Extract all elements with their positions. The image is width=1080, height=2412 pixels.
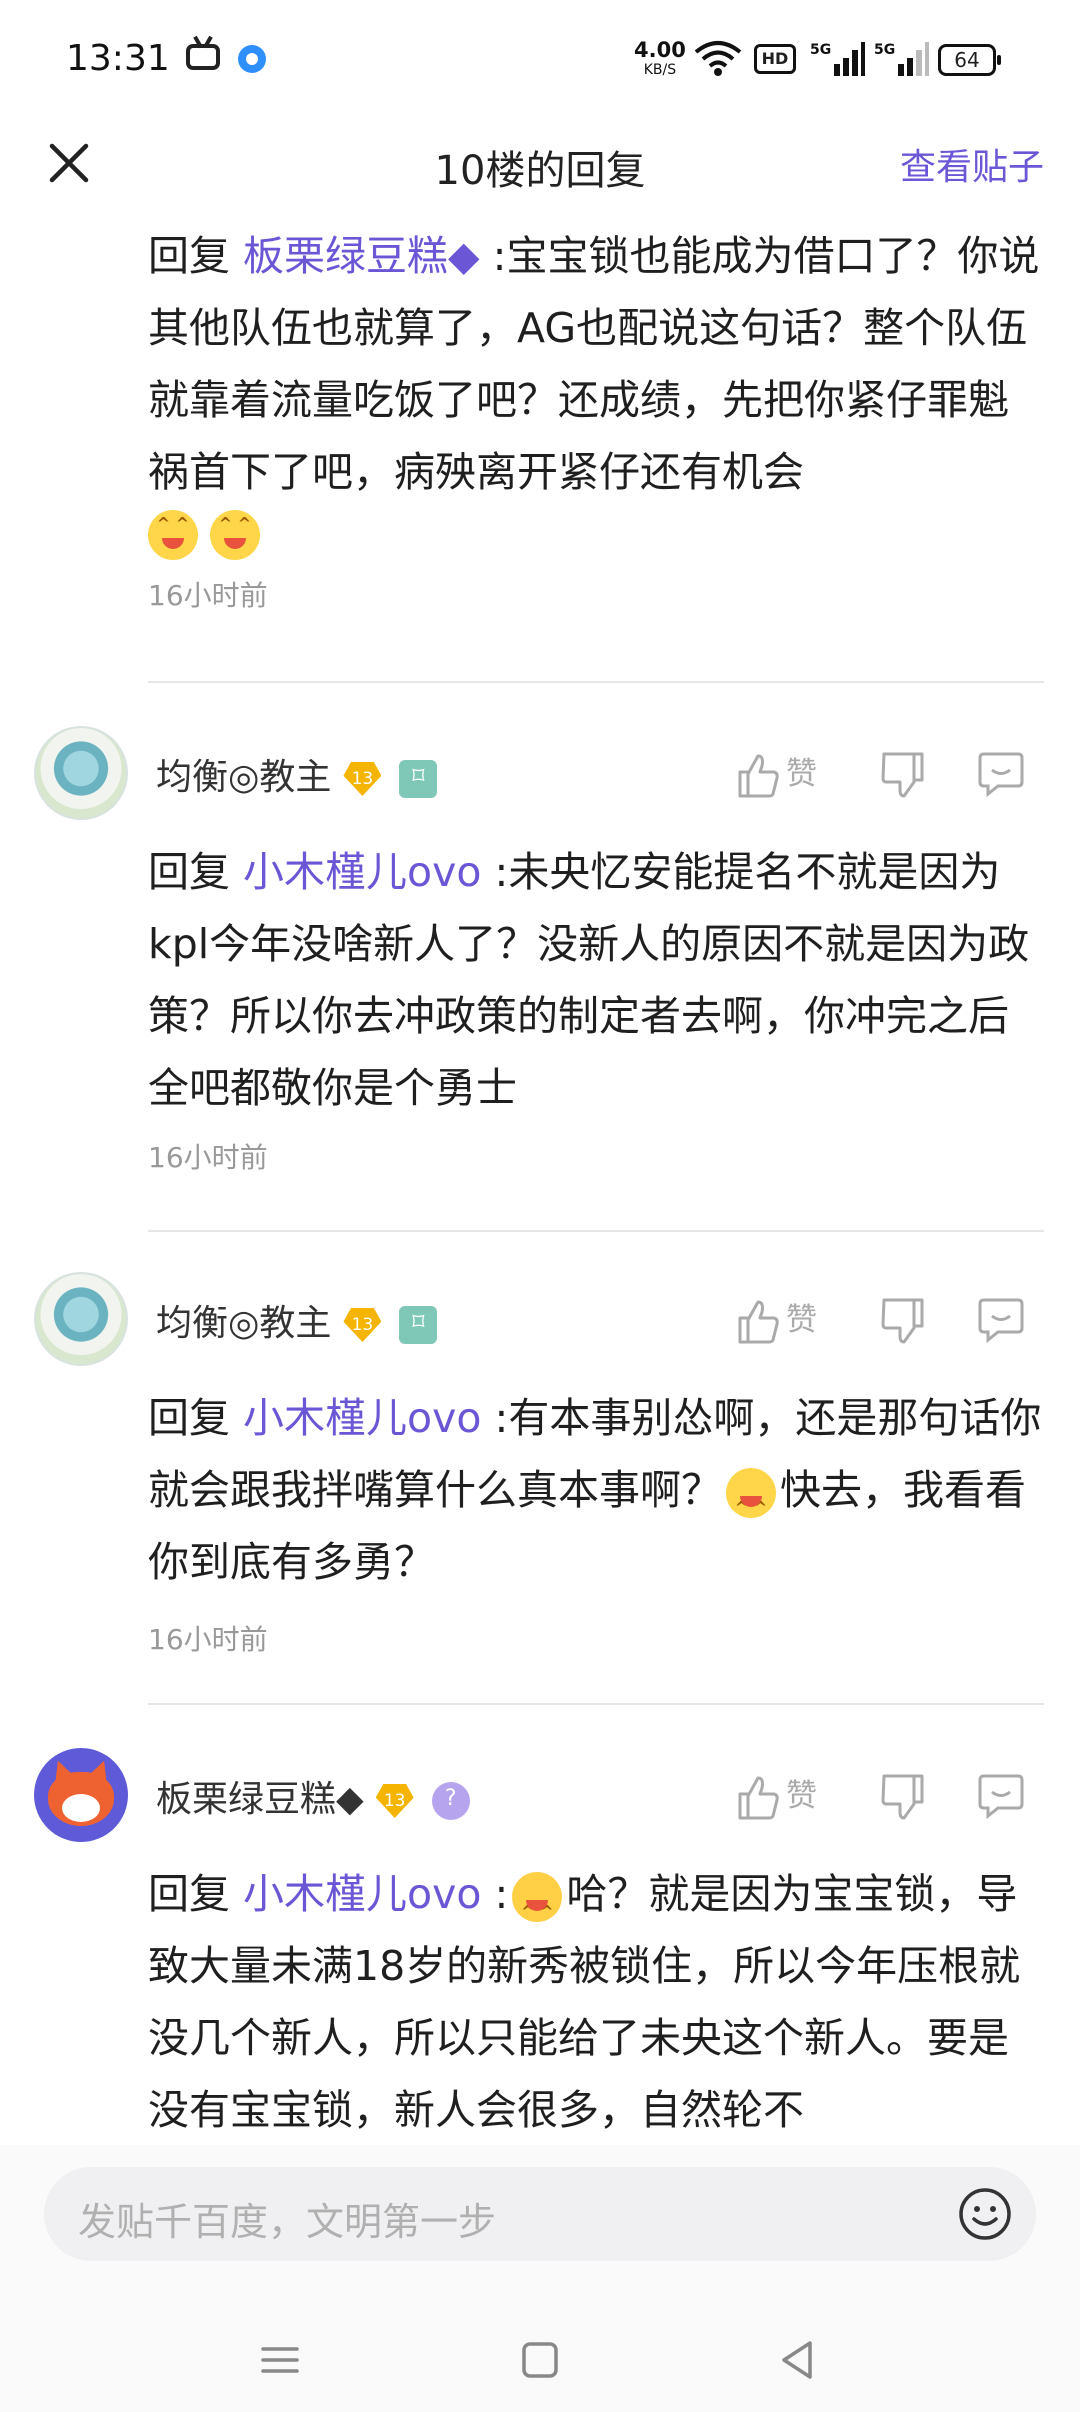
view-post-link[interactable]: 查看贴子 [900,138,1044,190]
thumbs-down-icon[interactable] [878,1292,928,1348]
mention-link[interactable]: 板栗绿豆糕◆ [243,232,480,280]
tv-icon [186,44,220,70]
thumbs-up-icon [738,1776,779,1819]
back-icon[interactable] [772,2335,822,2385]
signal-2-network-label: 5G [874,42,895,58]
status-bar: 13:31 4.00 KB/S HD 5G 5G 64 [0,0,1080,120]
network-speed-value: 4.00 [634,38,686,62]
avatar[interactable] [34,1748,128,1842]
sweat-emoji-icon [512,1872,563,1948]
thumbs-up-icon [738,1300,779,1343]
status-time: 13:31 [66,38,170,79]
grin-emoji-icon [210,510,260,560]
level-badge: 13 [343,762,382,796]
reply-input-placeholder: 发贴千百度，文明第一步 [78,2200,497,2244]
comment-text: 回复 小木槿儿ovo :未央忆安能提名不就是因为kpl今年没啥新人了？没新人的原… [148,836,1048,1124]
comment-text: 回复 小木槿儿ovo :哈？就是因为宝宝锁，导致大量未满18岁的新秀被锁住，所以… [148,1858,1048,2148]
network-speed: 4.00 KB/S [634,40,686,80]
system-nav-bar [0,2315,1080,2412]
like-label: 赞 [786,1302,817,1338]
comment-actions: 赞 [736,746,1046,802]
mention-link[interactable]: 小木槿儿ovo [243,1870,481,1918]
hd-voice-icon: HD [754,44,796,74]
grin-emoji-icon [148,510,198,560]
signal-icon-2: 5G [874,42,929,76]
like-label: 赞 [786,1778,817,1814]
reply-prefix: 回复 [148,1394,230,1442]
divider [148,1703,1044,1705]
reply-composer: 发贴千百度，文明第一步 [0,2145,1080,2315]
comment-body: : [494,1870,509,1918]
thumbs-down-icon[interactable] [878,1768,928,1824]
comment-actions: 赞 [736,1768,1046,1824]
thumbs-up-icon [738,754,779,797]
app-notification-icon [238,45,266,73]
mention-link[interactable]: 小木槿儿ovo [243,848,481,896]
emoji-row [148,510,1048,560]
emoji-icon[interactable] [956,2185,1014,2243]
comment-author[interactable]: 均衡◎教主 13 [156,1294,438,1346]
comment-reply-icon[interactable] [976,746,1026,802]
comment-time: 16小时前 [148,1141,268,1174]
avatar[interactable] [34,726,128,820]
floor-post-text: 回复 板栗绿豆糕◆ :宝宝锁也能成为借口了？你说其他队伍也就算了，AG也配说这句… [148,220,1048,508]
comment-author[interactable]: 均衡◎教主 13 [156,748,438,800]
like-button[interactable]: 赞 [736,746,826,802]
signal-icon: 5G [810,42,865,76]
comment-reply-icon[interactable] [976,1292,1026,1348]
grin-emoji-icon [726,1468,776,1544]
home-icon[interactable] [515,2335,565,2385]
reply-prefix: 回复 [148,848,230,896]
like-label: 赞 [786,756,817,792]
reply-input[interactable]: 发贴千百度，文明第一步 [44,2167,1036,2261]
divider [148,1230,1044,1232]
comment-actions: 赞 [736,1292,1046,1348]
member-badge-icon [399,1306,438,1344]
comment-text: 回复 小木槿儿ovo :有本事别怂啊，还是那句话你就会跟我拌嘴算什么真本事啊？快… [148,1382,1048,1598]
network-speed-unit: KB/S [643,62,677,78]
comment-reply-icon[interactable] [976,1768,1026,1824]
page-header: 10楼的回复 查看贴子 [0,120,1080,210]
floor-post: 回复 板栗绿豆糕◆ :宝宝锁也能成为借口了？你说其他队伍也就算了，AG也配说这句… [148,220,1048,614]
level-badge: 13 [375,1784,414,1818]
level-badge: 13 [343,1308,382,1342]
username[interactable]: 板栗绿豆糕◆ [156,1779,364,1820]
comment-author[interactable]: 板栗绿豆糕◆ 13 [156,1770,470,1822]
avatar[interactable] [34,1272,128,1366]
thumbs-down-icon[interactable] [878,746,928,802]
divider [148,681,1044,683]
username[interactable]: 均衡◎教主 [156,1303,331,1344]
signal-network-label: 5G [810,42,831,58]
wifi-icon [694,41,742,76]
like-button[interactable]: 赞 [736,1768,826,1824]
member-badge-icon [431,1782,470,1820]
username[interactable]: 均衡◎教主 [156,757,331,798]
comment-time: 16小时前 [148,1623,268,1656]
reply-prefix: 回复 [148,1870,230,1918]
post-time: 16小时前 [148,579,268,612]
reply-prefix: 回复 [148,232,230,280]
battery-icon: 64 [938,44,1001,76]
like-button[interactable]: 赞 [736,1292,826,1348]
mention-link[interactable]: 小木槿儿ovo [243,1394,481,1442]
menu-icon[interactable] [255,2335,305,2385]
member-badge-icon [399,760,438,798]
